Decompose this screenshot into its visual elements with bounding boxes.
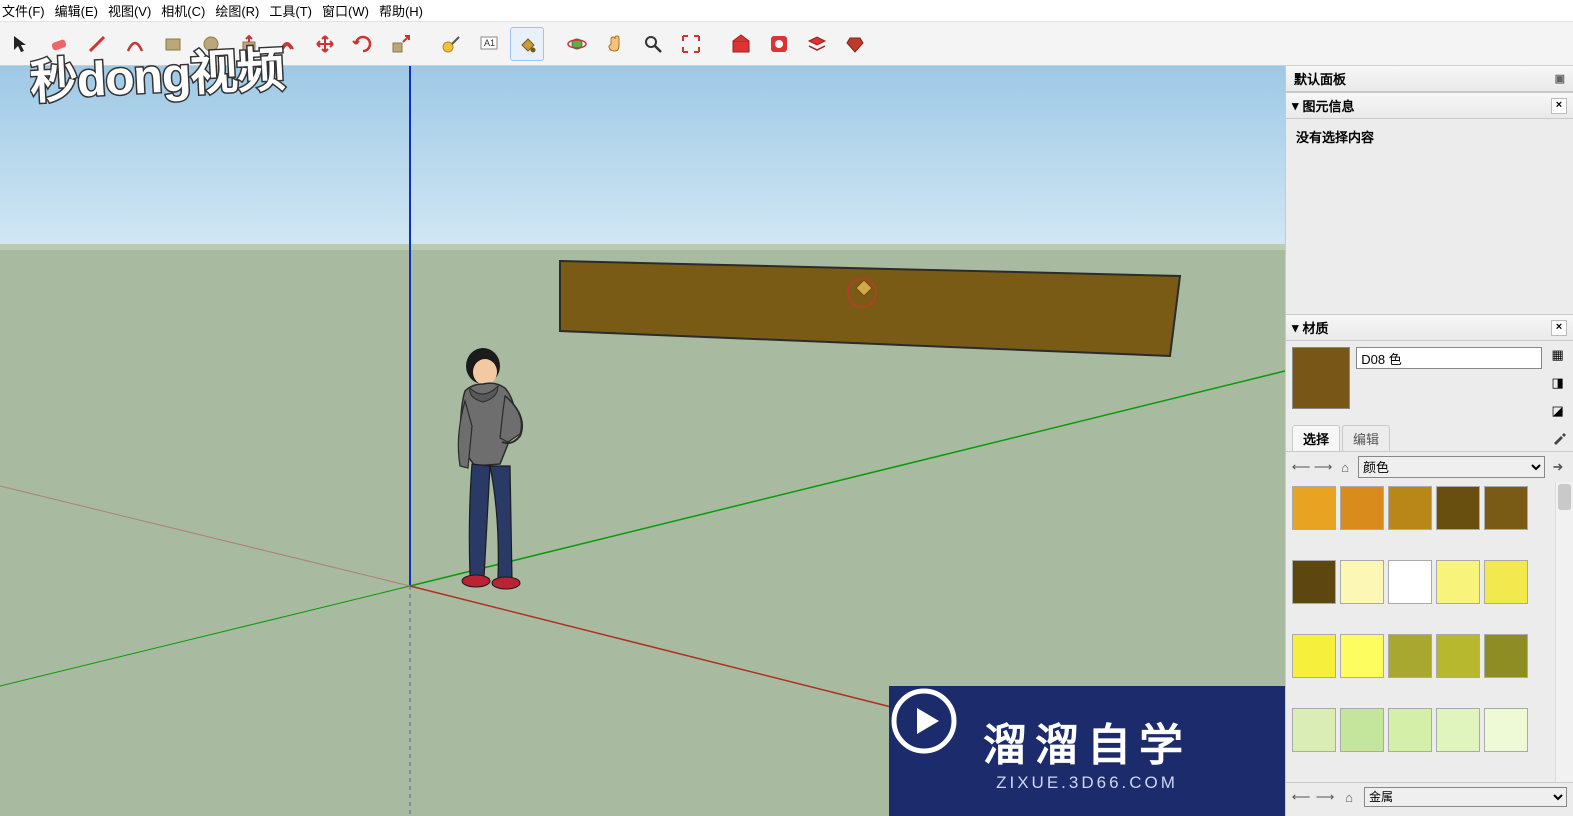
close-icon[interactable]: × <box>1551 98 1567 114</box>
color-swatch[interactable] <box>1340 634 1384 678</box>
color-swatch[interactable] <box>1484 486 1528 530</box>
text-tool[interactable]: A1 <box>472 27 506 61</box>
warehouse-tool[interactable] <box>724 27 758 61</box>
color-swatch[interactable] <box>1484 708 1528 752</box>
material-name-input[interactable] <box>1356 347 1542 369</box>
zoom-tool[interactable] <box>636 27 670 61</box>
tab-edit[interactable]: 编辑 <box>1342 425 1390 451</box>
materials-title: 材质 <box>1303 318 1547 337</box>
color-swatch[interactable] <box>1388 486 1432 530</box>
entity-info-header[interactable]: ▾ 图元信息 × <box>1286 92 1573 119</box>
pan-tool[interactable] <box>598 27 632 61</box>
materials-header[interactable]: ▾ 材质 × <box>1286 314 1573 341</box>
zoom-extents-tool[interactable] <box>674 27 708 61</box>
menu-camera[interactable]: 相机(C) <box>161 1 205 20</box>
display-mode-icon[interactable]: ▦ <box>1551 347 1563 363</box>
chevron-down-icon: ▾ <box>1292 320 1299 336</box>
extension-tool[interactable] <box>762 27 796 61</box>
color-swatch[interactable] <box>1340 708 1384 752</box>
default-panel-header[interactable]: 默认面板 ▣ <box>1286 66 1573 92</box>
back-arrow-icon[interactable]: ⟵ <box>1292 458 1310 476</box>
watermark-text: 溜溜自学 <box>983 709 1191 773</box>
arc-tool[interactable] <box>118 27 152 61</box>
color-swatch[interactable] <box>1436 560 1480 604</box>
color-swatch[interactable] <box>1484 634 1528 678</box>
forward-arrow-icon[interactable]: ⟶ <box>1316 788 1334 806</box>
ruby-tool[interactable] <box>838 27 872 61</box>
menu-edit[interactable]: 编辑(E) <box>55 1 98 20</box>
default-panel-title: 默认面板 <box>1294 69 1346 88</box>
material-preview-swatch[interactable] <box>1292 347 1350 409</box>
layers-tool[interactable] <box>800 27 834 61</box>
rect-tool[interactable] <box>156 27 190 61</box>
main-area: 溜溜自学 ZIXUE.3D66.COM 默认面板 ▣ ▾ 图元信息 × 没有选择… <box>0 66 1573 816</box>
materials-body: ▦ ◨ ◪ 选择 编辑 ⟵ ⟶ ⌂ 颜色 ➜ <box>1286 341 1573 811</box>
offset-tool[interactable] <box>270 27 304 61</box>
pin-icon[interactable]: ▣ <box>1555 72 1565 85</box>
color-swatch[interactable] <box>1436 486 1480 530</box>
menu-view[interactable]: 视图(V) <box>108 1 151 20</box>
material-swatches <box>1286 482 1573 782</box>
color-swatch[interactable] <box>1292 634 1336 678</box>
scrollbar[interactable] <box>1555 482 1573 782</box>
home-icon[interactable]: ⌂ <box>1336 458 1354 476</box>
entity-info-body: 没有选择内容 <box>1286 119 1573 154</box>
close-icon[interactable]: × <box>1551 320 1567 336</box>
scale-tool[interactable] <box>384 27 418 61</box>
model-viewport[interactable]: 溜溜自学 ZIXUE.3D66.COM <box>0 66 1285 816</box>
toolbar: A1 <box>0 22 1573 66</box>
color-swatch[interactable] <box>1388 560 1432 604</box>
materials-nav: ⟵ ⟶ ⌂ 颜色 ➜ <box>1286 452 1573 482</box>
circle-tool[interactable] <box>194 27 228 61</box>
menu-help[interactable]: 帮助(H) <box>379 1 423 20</box>
move-tool[interactable] <box>308 27 342 61</box>
color-swatch[interactable] <box>1388 708 1432 752</box>
color-swatch[interactable] <box>1436 634 1480 678</box>
menu-draw[interactable]: 绘图(R) <box>215 1 259 20</box>
color-swatch[interactable] <box>1484 560 1528 604</box>
side-panel: 默认面板 ▣ ▾ 图元信息 × 没有选择内容 ▾ 材质 × ▦ ◨ ◪ <box>1285 66 1573 816</box>
paint-bucket-tool[interactable] <box>510 27 544 61</box>
color-swatch[interactable] <box>1388 634 1432 678</box>
materials-footer: ⟵ ⟶ ⌂ 金属 <box>1286 782 1573 811</box>
create-material-icon[interactable]: ◨ <box>1551 375 1563 391</box>
line-tool[interactable] <box>80 27 114 61</box>
select-tool[interactable] <box>4 27 38 61</box>
color-swatch[interactable] <box>1292 486 1336 530</box>
menu-window[interactable]: 窗口(W) <box>322 1 369 20</box>
eyedropper-icon[interactable] <box>1545 428 1573 451</box>
pushpull-tool[interactable] <box>232 27 266 61</box>
send-to-icon[interactable]: ➜ <box>1549 458 1567 476</box>
eraser-tool[interactable] <box>42 27 76 61</box>
menu-tools[interactable]: 工具(T) <box>269 1 312 20</box>
svg-text:A1: A1 <box>484 38 495 48</box>
play-icon <box>889 686 959 756</box>
entity-info-title: 图元信息 <box>1303 96 1547 115</box>
color-swatch[interactable] <box>1340 486 1384 530</box>
color-swatch[interactable] <box>1292 560 1336 604</box>
default-material-icon[interactable]: ◪ <box>1551 403 1563 419</box>
materials-footer-select[interactable]: 金属 <box>1364 787 1567 807</box>
tab-select[interactable]: 选择 <box>1292 425 1340 451</box>
watermark-banner: 溜溜自学 ZIXUE.3D66.COM <box>889 686 1285 816</box>
materials-category-select[interactable]: 颜色 <box>1358 456 1545 478</box>
forward-arrow-icon[interactable]: ⟶ <box>1314 458 1332 476</box>
tape-tool[interactable] <box>434 27 468 61</box>
home-icon[interactable]: ⌂ <box>1340 788 1358 806</box>
rotate-tool[interactable] <box>346 27 380 61</box>
menu-bar: 文件(F) 编辑(E) 视图(V) 相机(C) 绘图(R) 工具(T) 窗口(W… <box>0 0 1573 22</box>
menu-file[interactable]: 文件(F) <box>2 1 45 20</box>
color-swatch[interactable] <box>1292 708 1336 752</box>
watermark-url: ZIXUE.3D66.COM <box>996 773 1178 793</box>
materials-tabs: 选择 编辑 <box>1286 425 1573 452</box>
chevron-down-icon: ▾ <box>1292 98 1299 114</box>
orbit-tool[interactable] <box>560 27 594 61</box>
back-arrow-icon[interactable]: ⟵ <box>1292 788 1310 806</box>
color-swatch[interactable] <box>1340 560 1384 604</box>
color-swatch[interactable] <box>1436 708 1480 752</box>
